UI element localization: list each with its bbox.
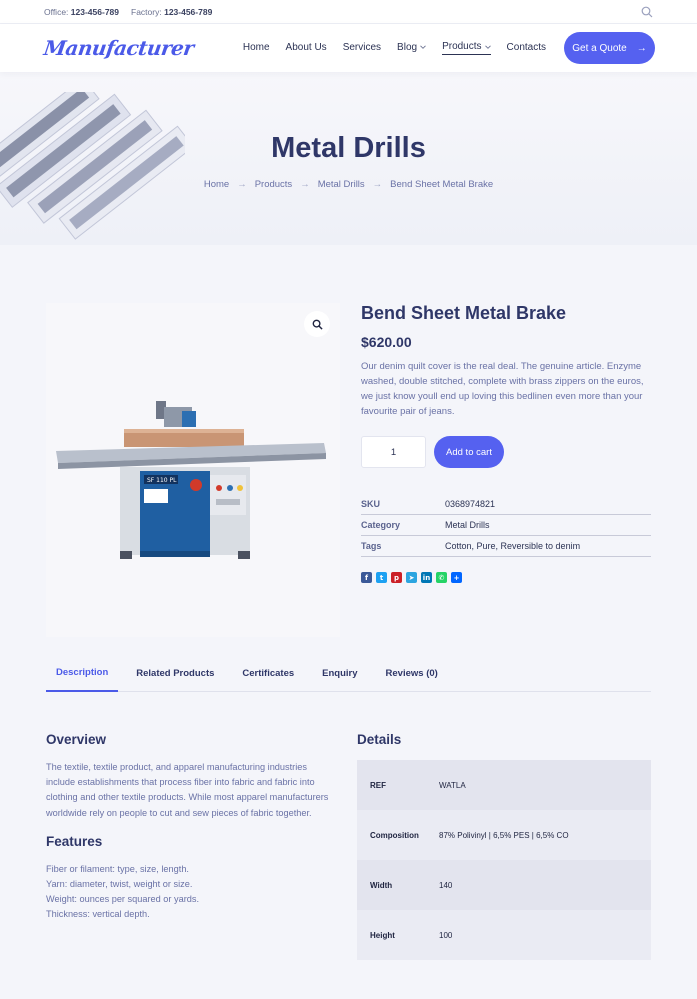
- chevron-down-icon: [420, 45, 426, 49]
- tab-related-products[interactable]: Related Products: [126, 655, 224, 692]
- arrow-right-icon: →: [636, 42, 647, 54]
- breadcrumb-home[interactable]: Home: [204, 179, 229, 190]
- overview-section: Overview The textile, textile product, a…: [46, 732, 336, 923]
- nav-home[interactable]: Home: [243, 42, 270, 55]
- detail-value: 140: [439, 880, 453, 890]
- features-list: Fiber or filament: type, size, length. Y…: [46, 862, 336, 923]
- arrow-right-icon: →: [372, 179, 383, 190]
- nav-blog[interactable]: Blog: [397, 42, 426, 55]
- product-section: SF 110 PL Bend Sheet Metal Brake $620.00…: [0, 245, 697, 655]
- add-to-cart-row: Add to cart: [361, 436, 651, 468]
- tab-enquiry[interactable]: Enquiry: [312, 655, 367, 692]
- overview-text: The textile, textile product, and appare…: [46, 762, 329, 818]
- features-heading: Features: [46, 833, 103, 849]
- office-contact: Office: 123-456-789: [44, 6, 120, 17]
- list-item: Yarn: diameter, twist, weight or size.: [46, 879, 193, 890]
- facebook-icon[interactable]: f: [361, 572, 372, 583]
- product-image-machine: SF 110 PL: [56, 401, 326, 559]
- factory-phone[interactable]: 123-456-789: [164, 7, 212, 17]
- main-header: Manufacturer Home About Us Services Blog…: [0, 24, 697, 72]
- quantity-input[interactable]: [361, 436, 426, 468]
- product-short-description: Our denim quilt cover is the real deal. …: [361, 361, 644, 417]
- building-image: [0, 92, 185, 240]
- detail-value: 100: [439, 930, 453, 940]
- product-tabs: Description Related Products Certificate…: [46, 655, 651, 692]
- search-icon[interactable]: [641, 6, 653, 18]
- page-title: Metal Drills: [271, 132, 426, 164]
- list-item: Fiber or filament: type, size, length.: [46, 863, 189, 874]
- breadcrumb-current: Bend Sheet Metal Brake: [390, 179, 494, 190]
- social-share: f t p ➤ in ✆ +: [361, 572, 651, 583]
- breadcrumb: Home → Products → Metal Drills → Bend Sh…: [0, 179, 697, 190]
- detail-key: REF: [370, 780, 386, 790]
- chevron-down-icon: [484, 44, 491, 49]
- zoom-icon[interactable]: [304, 311, 330, 337]
- share-plus-icon[interactable]: +: [451, 572, 462, 583]
- meta-label: Tags: [361, 541, 382, 551]
- details-table: REF WATLA Composition 87% Polivinyl | 6,5%…: [357, 760, 651, 960]
- table-row: REF WATLA: [357, 760, 651, 810]
- main-nav: Home About Us Services Blog Products Con…: [227, 41, 546, 55]
- details-heading: Details: [357, 732, 402, 747]
- nav-contacts[interactable]: Contacts: [507, 42, 546, 55]
- meta-row-tags: Tags Cotton, Pure, Reversible to denim: [361, 536, 651, 557]
- detail-key: Height: [370, 930, 395, 940]
- page-hero: Metal Drills Home → Products → Metal Dri…: [0, 72, 697, 245]
- detail-key: Width: [370, 880, 393, 890]
- tab-reviews[interactable]: Reviews (0): [376, 655, 448, 692]
- breadcrumb-metal-drills[interactable]: Metal Drills: [318, 179, 365, 190]
- machine-label: SF 110 PL: [147, 477, 177, 484]
- product-price: $620.00: [361, 334, 412, 350]
- product-summary: Bend Sheet Metal Brake $620.00 Our denim…: [361, 303, 651, 583]
- top-contact-bar: Office: 123-456-789 Factory: 123-456-789: [0, 0, 697, 24]
- breadcrumb-products[interactable]: Products: [255, 179, 293, 190]
- meta-value: 0368974821: [445, 499, 496, 509]
- overview-heading: Overview: [46, 732, 107, 747]
- factory-contact: Factory: 123-456-789: [131, 6, 213, 17]
- product-gallery[interactable]: SF 110 PL: [46, 303, 340, 637]
- meta-label: Category: [361, 520, 401, 530]
- detail-value: 87% Polivinyl | 6,5% PES | 6,5% CO: [439, 830, 569, 840]
- office-phone[interactable]: 123-456-789: [71, 7, 119, 17]
- table-row: Height 100: [357, 910, 651, 960]
- tab-certificates[interactable]: Certificates: [232, 655, 304, 692]
- product-meta-table: SKU 0368974821 Category Metal Drills Tag…: [361, 494, 651, 557]
- meta-value-links[interactable]: Cotton, Pure, Reversible to denim: [445, 541, 580, 551]
- details-section: Details REF WATLA Composition 87% Poliviny…: [357, 732, 651, 960]
- pinterest-icon[interactable]: p: [391, 572, 402, 583]
- meta-row-category: Category Metal Drills: [361, 515, 651, 536]
- meta-label: SKU: [361, 499, 381, 509]
- table-row: Composition 87% Polivinyl | 6,5% PES | 6,…: [357, 810, 651, 860]
- meta-row-sku: SKU 0368974821: [361, 494, 651, 515]
- list-item: Thickness: vertical depth.: [46, 909, 150, 920]
- arrow-right-icon: →: [237, 179, 247, 190]
- telegram-icon[interactable]: ➤: [406, 572, 417, 583]
- linkedin-icon[interactable]: in: [421, 572, 432, 583]
- add-to-cart-button[interactable]: Add to cart: [434, 436, 504, 468]
- nav-products[interactable]: Products: [442, 41, 491, 55]
- product-title: Bend Sheet Metal Brake: [361, 303, 567, 323]
- site-logo[interactable]: Manufacturer: [42, 36, 205, 60]
- list-item: Weight: ounces per squared or yards.: [46, 894, 200, 905]
- tab-description[interactable]: Description: [46, 655, 119, 692]
- nav-services[interactable]: Services: [343, 42, 381, 55]
- twitter-icon[interactable]: t: [376, 572, 387, 583]
- nav-about-us[interactable]: About Us: [286, 42, 327, 55]
- meta-value-link[interactable]: Metal Drills: [445, 520, 490, 530]
- detail-key: Composition: [370, 830, 419, 840]
- get-quote-button[interactable]: Get a Quote →: [564, 32, 655, 64]
- table-row: Width 140: [357, 860, 651, 910]
- arrow-right-icon: →: [300, 179, 310, 190]
- whatsapp-icon[interactable]: ✆: [436, 572, 447, 583]
- detail-value: WATLA: [439, 780, 466, 790]
